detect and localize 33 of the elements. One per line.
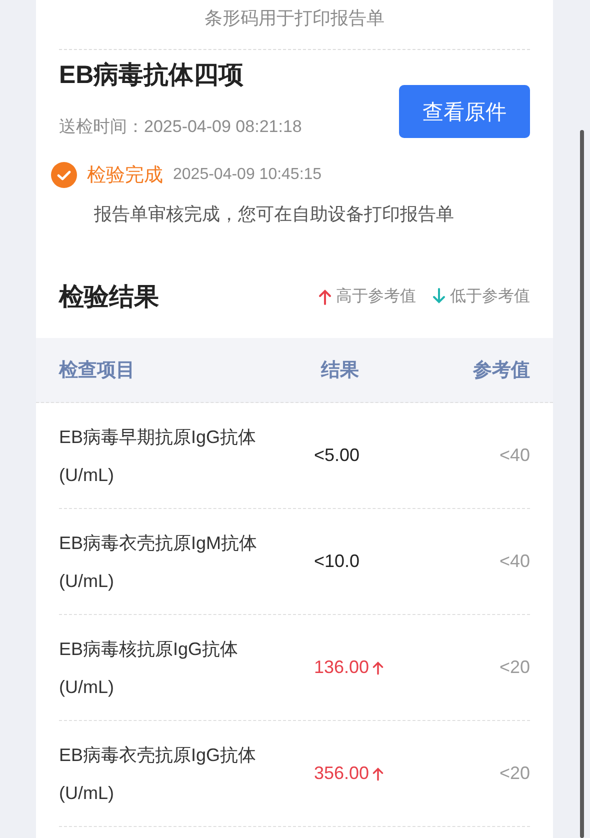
item-name: EB病毒衣壳抗原IgM抗体	[59, 532, 258, 555]
barcode-caption: 条形码用于打印报告单	[204, 7, 386, 30]
result-value: 356.00	[314, 763, 370, 784]
up-arrow-icon	[372, 765, 384, 782]
submit-time: 送检时间：2025-04-09 08:21:18	[59, 116, 302, 138]
item-unit: (U/mL)	[59, 464, 115, 487]
reference-value: <40	[499, 445, 530, 466]
result-value: <5.00	[314, 445, 360, 466]
down-arrow-icon	[432, 288, 446, 304]
item-name: EB病毒衣壳抗原IgG抗体	[59, 744, 258, 767]
column-header: 检查项目	[59, 359, 136, 383]
result-value: <10.0	[314, 551, 360, 572]
reference-value: <20	[499, 657, 530, 678]
up-arrow-icon	[318, 288, 332, 304]
column-header: 结果	[321, 359, 360, 383]
item-unit: (U/mL)	[59, 782, 115, 805]
status-time: 2025-04-09 10:45:15	[173, 166, 322, 184]
item-unit: (U/mL)	[59, 676, 115, 699]
item-name: EB病毒早期抗原IgG抗体	[59, 426, 258, 449]
reference-value: <20	[499, 763, 530, 784]
view-original-button[interactable]: 查看原件	[399, 85, 530, 138]
status-label: 检验完成	[87, 164, 163, 188]
up-arrow-icon	[372, 659, 384, 676]
item-unit: (U/mL)	[59, 570, 115, 593]
result-value: 136.00	[314, 657, 370, 678]
section-title: 检验结果	[59, 282, 159, 312]
status-message: 报告单审核完成，您可在自助设备打印报告单	[94, 203, 455, 226]
legend-label: 高于参考值	[336, 286, 416, 306]
report-title: EB病毒抗体四项	[59, 60, 245, 91]
item-name: EB病毒核抗原IgG抗体	[59, 638, 240, 661]
reference-value: <40	[499, 551, 530, 572]
column-header: 参考值	[473, 358, 530, 383]
legend-label: 低于参考值	[450, 286, 530, 306]
